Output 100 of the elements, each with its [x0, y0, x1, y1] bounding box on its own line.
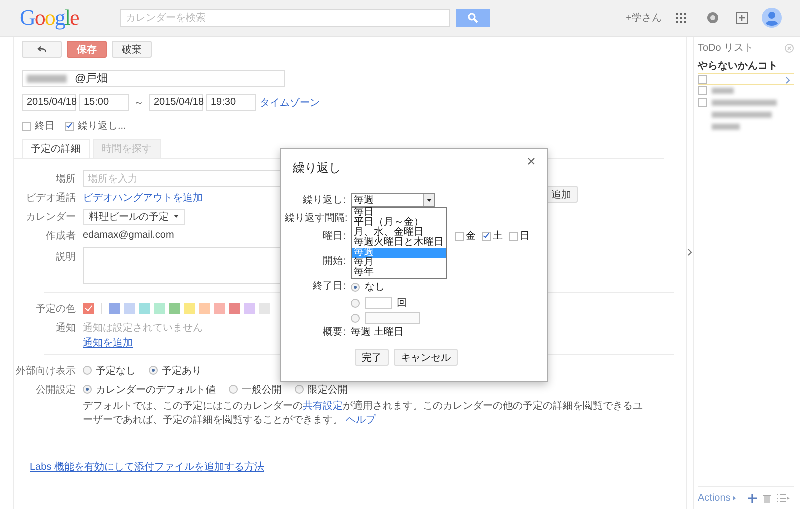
checkbox[interactable]: [698, 86, 707, 95]
field-label: 終了日:: [312, 280, 347, 293]
dropdown-option[interactable]: 毎週火曜日と木曜日: [352, 238, 446, 248]
todo-item[interactable]: [698, 73, 794, 85]
checkbox[interactable]: [698, 75, 707, 84]
notification-icon[interactable]: [707, 12, 719, 24]
end-date-field[interactable]: 2015/04/18: [149, 94, 203, 111]
dropdown-option[interactable]: 毎年: [352, 268, 446, 278]
end-date-field[interactable]: [365, 312, 420, 324]
field-label: 通知: [55, 322, 77, 335]
chevron-right-icon[interactable]: [688, 249, 692, 256]
checkbox[interactable]: [482, 232, 491, 240]
help-link[interactable]: ヘルプ: [346, 415, 376, 426]
weekday-label[interactable]: 土: [493, 229, 503, 243]
back-button[interactable]: [22, 41, 62, 58]
caret-icon: [426, 198, 432, 202]
occurrences-field[interactable]: [365, 297, 392, 309]
dialog-title: 繰り返し: [293, 160, 341, 177]
radio-button[interactable]: [83, 385, 92, 394]
field-label: ビデオ通話: [25, 192, 77, 204]
checkbox[interactable]: [65, 122, 74, 130]
radio-button[interactable]: [295, 385, 304, 394]
sharing-settings-link[interactable]: 共有設定: [303, 401, 343, 412]
title-field[interactable]: @戸畑: [22, 70, 285, 87]
radio-button[interactable]: [149, 366, 158, 375]
caret-icon: [174, 215, 179, 218]
color-swatch[interactable]: [259, 303, 270, 314]
range-separator: ～: [134, 96, 144, 110]
search-icon: [468, 13, 478, 23]
radio-button[interactable]: [351, 282, 360, 292]
color-swatch[interactable]: [109, 303, 120, 314]
repeat-dropdown[interactable]: 毎週: [351, 193, 435, 207]
field-label: カレンダー: [25, 210, 77, 224]
field-label: 説明: [55, 250, 77, 264]
radio-label[interactable]: 限定公開: [308, 382, 348, 396]
radio-label[interactable]: 予定なし: [96, 364, 136, 378]
add-guest-button[interactable]: 追加: [545, 186, 578, 203]
radio-label[interactable]: カレンダーのデフォルト値: [96, 382, 216, 396]
color-swatch[interactable]: [244, 303, 255, 314]
radio-button[interactable]: [351, 314, 360, 322]
tab[interactable]: 予定の詳細: [22, 139, 90, 158]
weekday-label[interactable]: 金: [466, 229, 476, 243]
notification-status: 通知は設定されていません: [83, 322, 203, 335]
field-label: 外部向け表示: [15, 364, 77, 378]
discard-button[interactable]: 破棄: [112, 41, 152, 58]
privacy-note: デフォルトでは、この予定にはこのカレンダーの共有設定が適用されます。このカレンダーの他の予定の詳細を閲覧できるユーザーであれば、予定の詳細を閲覧することができます。 ヘルプ: [83, 400, 643, 428]
field-label: 繰り返す間隔:: [285, 212, 349, 225]
color-swatch[interactable]: [214, 303, 225, 314]
radio-button[interactable]: [351, 298, 360, 308]
checkbox[interactable]: [509, 232, 518, 240]
start-date-field[interactable]: 2015/04/18: [22, 94, 76, 111]
checkbox[interactable]: [455, 232, 464, 240]
end-time-field[interactable]: 19:30: [206, 94, 256, 111]
checkbox[interactable]: [22, 122, 31, 130]
summary-text: 毎週 土曜日: [351, 326, 405, 339]
add-square-icon[interactable]: [736, 12, 748, 24]
color-swatch[interactable]: [199, 303, 210, 314]
field-label: 繰り返し:: [302, 194, 347, 207]
color-swatch[interactable]: [124, 303, 135, 314]
avatar-icon[interactable]: [762, 8, 782, 28]
list-icon[interactable]: [776, 494, 790, 503]
hangout-link[interactable]: ビデオハングアウトを追加: [83, 190, 203, 204]
done-button[interactable]: 完了: [355, 349, 389, 366]
field-label: 予定の色: [35, 302, 77, 316]
radio-button[interactable]: [83, 366, 92, 375]
color-swatch[interactable]: [169, 303, 180, 314]
radio-label[interactable]: なし: [365, 280, 385, 294]
color-swatch[interactable]: [83, 303, 94, 314]
radio-label[interactable]: 予定あり: [162, 364, 202, 378]
dropdown-option[interactable]: 毎日: [352, 208, 446, 218]
cancel-button[interactable]: キャンセル: [394, 349, 458, 366]
dropdown-option[interactable]: 月、水、金曜日: [352, 228, 446, 238]
trash-icon[interactable]: [762, 494, 771, 503]
field-label: 曜日:: [322, 230, 347, 243]
checkbox-label[interactable]: 繰り返し...: [78, 119, 126, 133]
labs-attachment-link[interactable]: Labs 機能を有効にして添付ファイルを追加する方法: [30, 460, 264, 474]
color-swatch[interactable]: [154, 303, 165, 314]
color-swatch[interactable]: [229, 303, 240, 314]
radio-button[interactable]: [229, 385, 238, 394]
field-label: 作成者: [45, 230, 77, 242]
timezone-link[interactable]: タイムゾーン: [260, 96, 320, 110]
add-notification-link[interactable]: 通知を追加: [83, 336, 133, 350]
field-label: 開始:: [322, 255, 347, 268]
color-swatch[interactable]: [184, 303, 195, 314]
back-arrow-icon: [37, 46, 47, 53]
checkbox-label[interactable]: 終日: [35, 119, 55, 133]
weekday-label[interactable]: 日: [520, 229, 530, 243]
search-button[interactable]: [456, 9, 490, 27]
close-icon[interactable]: [528, 158, 535, 165]
apps-grid-icon[interactable]: [676, 12, 687, 24]
dropdown-option[interactable]: 毎月: [352, 258, 446, 268]
radio-label[interactable]: 一般公開: [242, 382, 282, 396]
checkbox[interactable]: [698, 98, 707, 107]
creator-email: edamax@gmail.com: [83, 230, 174, 241]
calendar-dropdown[interactable]: 料理ビールの予定: [83, 208, 185, 224]
start-time-field[interactable]: 15:00: [79, 94, 129, 111]
user-name-link[interactable]: +学さん: [626, 11, 662, 25]
dropdown-option[interactable]: 平日（月～金）: [352, 218, 446, 228]
color-swatch[interactable]: [139, 303, 150, 314]
plus-icon[interactable]: [748, 494, 757, 503]
